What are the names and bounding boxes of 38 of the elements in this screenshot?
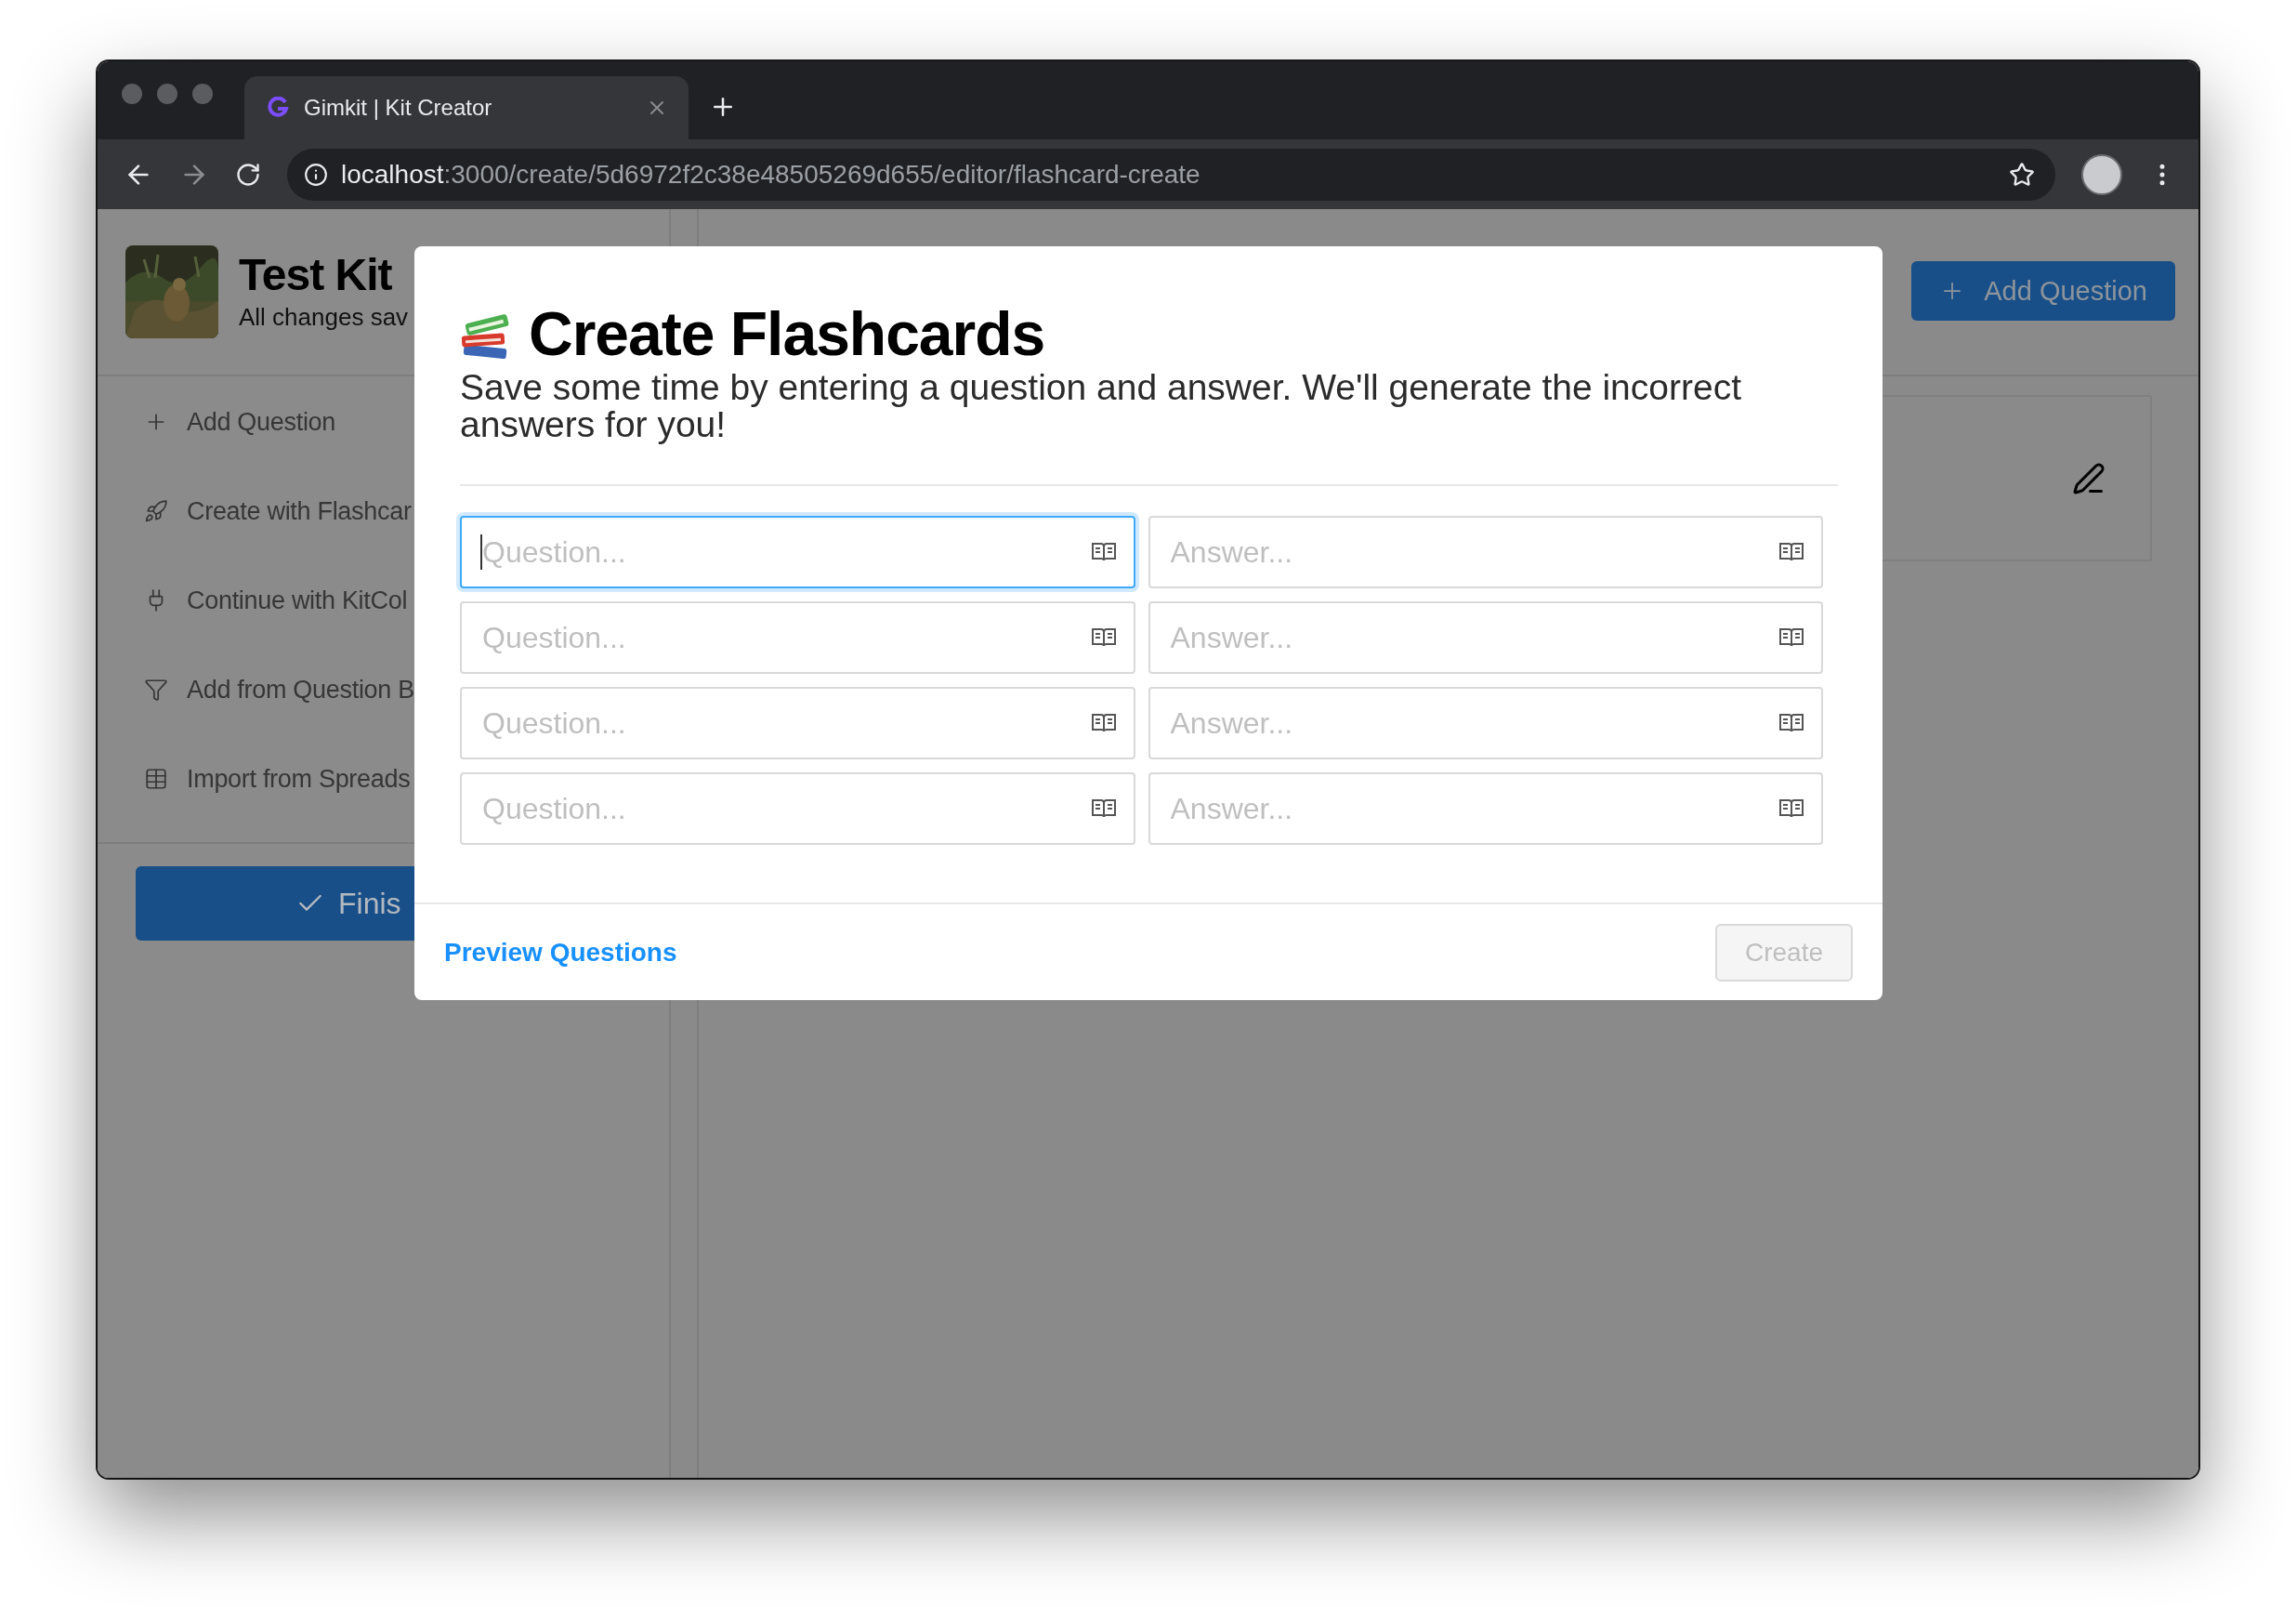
avatar[interactable] — [2081, 153, 2122, 195]
book-icon — [1090, 626, 1117, 649]
dialog-title: Create Flashcards — [529, 298, 1045, 369]
book-icon — [1778, 626, 1804, 649]
question-field[interactable]: Question... — [460, 516, 1135, 588]
answer-field[interactable]: Answer... — [1148, 687, 1823, 759]
reload-icon[interactable] — [235, 161, 261, 188]
funnel-icon — [144, 678, 168, 702]
window-control[interactable] — [122, 84, 142, 104]
answer-field[interactable]: Answer... — [1148, 772, 1823, 845]
table-icon — [144, 767, 168, 791]
save-status: All changes sav — [239, 302, 409, 332]
star-icon[interactable] — [2009, 161, 2035, 188]
window-control[interactable] — [157, 84, 177, 104]
question-field[interactable]: Question... — [460, 687, 1135, 759]
url-text: localhost:3000/create/5d6972f2c38e48505269d655/editor/flashcard-create — [341, 159, 1201, 190]
book-icon — [1778, 797, 1804, 820]
rocket-icon — [144, 499, 168, 523]
edit-icon[interactable] — [2072, 461, 2106, 495]
tab-title: Gimkit | Kit Creator — [304, 95, 493, 121]
book-icon — [1090, 541, 1117, 563]
browser-tab[interactable]: Gimkit | Kit Creator — [244, 76, 689, 139]
text-cursor — [480, 534, 482, 570]
question-field[interactable]: Question... — [460, 772, 1135, 845]
address-bar[interactable]: localhost:3000/create/5d6972f2c38e48505269d655/editor/flashcard-create — [287, 148, 2055, 201]
add-question-button[interactable]: Add Question — [1911, 261, 2175, 321]
info-icon[interactable] — [304, 162, 328, 187]
answer-field[interactable]: Answer... — [1148, 601, 1823, 674]
window-control[interactable] — [192, 84, 213, 104]
book-icon — [1090, 797, 1117, 820]
logo-icon — [267, 97, 289, 119]
question-field[interactable]: Question... — [460, 601, 1135, 674]
kit-title: Test Kit — [239, 252, 393, 297]
dialog-subtitle: Save some time by entering a question and answer. We'll generate the incorrect answers for you! — [460, 369, 1742, 443]
book-icon — [1778, 712, 1804, 734]
book-icon — [1778, 541, 1804, 563]
answer-field[interactable]: Answer... — [1148, 516, 1823, 588]
book-icon — [1090, 712, 1117, 734]
